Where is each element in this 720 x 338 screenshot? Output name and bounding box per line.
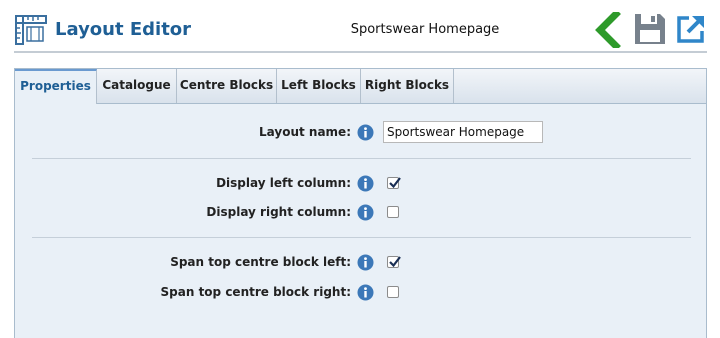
span-top-centre-left-row: Span top centre block left: xyxy=(15,252,706,274)
display-left-column-checkbox[interactable] xyxy=(387,177,401,189)
display-right-column-checkbox[interactable] xyxy=(387,206,399,218)
layout-ruler-icon xyxy=(15,15,47,45)
info-icon[interactable] xyxy=(357,124,374,141)
tab-properties[interactable]: Properties xyxy=(15,69,97,104)
floppy-disk-icon[interactable] xyxy=(633,12,667,46)
span-top-centre-left-label: Span top centre block left: xyxy=(170,255,351,269)
section-divider xyxy=(32,158,691,159)
checkmark-icon xyxy=(389,256,401,268)
display-left-column-label: Display left column: xyxy=(216,176,351,190)
info-icon[interactable] xyxy=(357,254,374,271)
header-divider xyxy=(14,51,707,53)
span-top-centre-right-checkbox[interactable] xyxy=(387,286,399,298)
checkmark-icon xyxy=(389,177,401,189)
display-left-column-row: Display left column: xyxy=(15,173,706,195)
document-title: Sportswear Homepage xyxy=(350,22,500,37)
tab-bar: Properties Catalogue Centre Blocks Left … xyxy=(15,69,706,104)
external-link-icon[interactable] xyxy=(675,13,707,45)
app-title: Layout Editor xyxy=(55,19,192,40)
display-right-column-label: Display right column: xyxy=(206,205,351,219)
info-icon[interactable] xyxy=(357,204,374,221)
display-right-column-row: Display right column: xyxy=(15,202,706,224)
layout-name-input[interactable] xyxy=(383,121,543,143)
tab-right-blocks[interactable]: Right Blocks xyxy=(361,69,454,103)
header-bar: Layout Editor Sportswear Homepage xyxy=(0,0,720,52)
span-top-centre-right-row: Span top centre block right: xyxy=(15,282,706,304)
layout-name-row: Layout name: xyxy=(15,121,706,144)
properties-panel: Properties Catalogue Centre Blocks Left … xyxy=(14,68,707,338)
layout-name-label: Layout name: xyxy=(259,125,351,139)
span-top-centre-left-checkbox[interactable] xyxy=(387,256,401,268)
tab-centre-blocks[interactable]: Centre Blocks xyxy=(177,69,277,103)
info-icon[interactable] xyxy=(357,284,374,301)
span-top-centre-right-label: Span top centre block right: xyxy=(160,285,351,299)
tab-catalogue[interactable]: Catalogue xyxy=(97,69,177,103)
section-divider xyxy=(32,237,691,238)
tab-left-blocks[interactable]: Left Blocks xyxy=(277,69,361,103)
info-icon[interactable] xyxy=(357,175,374,192)
back-arrow-icon[interactable] xyxy=(594,12,622,48)
